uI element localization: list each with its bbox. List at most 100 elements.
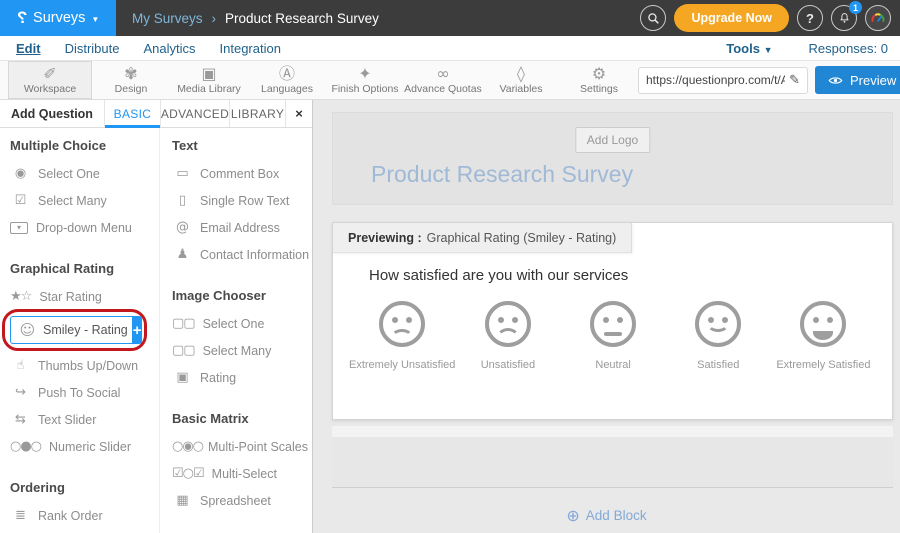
sidebar-item-push-to-social[interactable]: ↪Push To Social [10,385,155,400]
item-label-select-one: Select One [203,317,265,331]
help-button[interactable]: ? [797,5,823,31]
sidebar-item-select-many[interactable]: ▢▢Select Many [172,343,308,358]
sidebar-item-select-one[interactable]: ◉Select One [10,166,155,181]
sidebar-item-select-one[interactable]: ▢▢ Select One [172,316,308,331]
email-address-icon: @ [172,220,192,235]
sidebar-item-smiley-rating[interactable]: ☺Smiley - Rating [10,316,133,344]
toolbar-workspace[interactable]: ✐Workspace [8,61,92,99]
smiley-row: Extremely Unsatisfied Unsatisfied Neutral S… [349,301,876,371]
sidebar-item-rank-order[interactable]: ≣Rank Order [10,508,155,523]
sidebar-tab-advanced[interactable]: ADVANCED [161,100,230,127]
smiley-option-extremely-satisfied[interactable]: Extremely Satisfied [771,301,876,371]
sidebar-item-multi-point-scales[interactable]: ○◉○Multi-Point Scales [172,439,308,454]
item-label-contact-information: Contact Information [200,248,309,262]
smiley-option-satisfied[interactable]: Satisfied [666,301,771,371]
question-column-1: Multiple Choice◉Select One☑Select Many▾D… [0,128,160,533]
preview-button[interactable]: Preview [815,66,900,94]
tools-menu[interactable]: Tools ▼ [726,41,772,56]
smiley-label: Unsatisfied [481,359,535,371]
empty-block-card [332,426,893,488]
previewing-tab: Previewing : Graphical Rating (Smiley - … [333,223,632,253]
comment-box-icon: ▭ [172,166,192,181]
toolbar-media-library[interactable]: ▣Media Library [170,61,248,99]
toolbar-label-variables: Variables [500,83,543,95]
sidebar-item-multi-select[interactable]: ☑○☑Multi-Select [172,466,308,481]
item-label-drop-down-menu: Drop-down Menu [36,221,132,235]
smiley-option-extremely-unsatisfied[interactable]: Extremely Unsatisfied [349,301,455,371]
sidebar-item-text-slider[interactable]: ⇆Text Slider [10,412,155,427]
sidebar-item-contact-information[interactable]: ♟Contact Information [172,247,308,262]
sidebar-item-select-many[interactable]: ☑Select Many [10,193,155,208]
sidebar-item-single-row-text[interactable]: ▯Single Row Text [172,193,308,208]
toolbar: ✐Workspace✾Design▣Media LibraryⒶLanguage… [0,61,900,100]
edit-url-icon[interactable]: ✎ [789,73,800,88]
question-text[interactable]: How satisfied are you with our services [369,267,628,284]
smiley-label: Extremely Unsatisfied [349,359,455,371]
sidebar-item-star-rating[interactable]: ★☆Star Rating [10,289,155,304]
menu-tab-distribute[interactable]: Distribute [53,36,132,60]
smiley-option-unsatisfied[interactable]: Unsatisfied [455,301,560,371]
section-title-text: Text [172,138,308,153]
add-question-title: Add Question [0,100,105,127]
survey-url-input[interactable] [646,73,785,87]
section-image-chooser: Image Chooser ▢▢ Select One ▢▢Select Many ▣R… [172,288,308,385]
search-icon [647,12,660,25]
smiley-label: Satisfied [697,359,739,371]
sidebar-item-comment-box[interactable]: ▭Comment Box [172,166,308,181]
sidebar-item-thumbs-up-down[interactable]: ☝Thumbs Up/Down [10,358,155,373]
question-column-2: Text ▭Comment Box ▯Single Row Text @Email A… [160,128,312,533]
menubar: EditDistributeAnalyticsIntegration Tools… [0,36,900,61]
survey-title[interactable]: Product Research Survey [371,161,633,188]
breadcrumb-separator: › [212,11,217,26]
notifications-button[interactable]: 1 [831,5,857,31]
sidebar-item-spreadsheet[interactable]: ▦Spreadsheet [172,493,308,508]
toolbar-languages[interactable]: ⒶLanguages [248,61,326,99]
numeric-slider-icon: ○●○ [10,439,41,454]
toolbar-label-workspace: Workspace [24,83,76,95]
upgrade-now-button[interactable]: Upgrade Now [674,4,789,32]
toolbar-design[interactable]: ✾Design [92,61,170,99]
toolbar-variables[interactable]: ◊Variables [482,61,560,99]
smiley-option-neutral[interactable]: Neutral [561,301,666,371]
sidebar-item-drop-down-menu[interactable]: ▾Drop-down Menu [10,220,155,235]
menu-tab-edit[interactable]: Edit [4,36,53,60]
toolbar-label-media-library: Media Library [177,83,241,95]
item-label-push-to-social: Push To Social [38,386,120,400]
breadcrumb-my-surveys[interactable]: My Surveys [132,11,203,26]
search-button[interactable] [640,5,666,31]
smiley-eye [603,317,609,323]
multi-select-icon: ☑○☑ [172,466,204,481]
questionpro-logo-icon: ? [17,8,27,28]
menu-tab-analytics[interactable]: Analytics [131,36,207,60]
smiley-eye [512,317,518,323]
toolbar-settings[interactable]: ⚙Settings [560,61,638,99]
smiley-label: Neutral [595,359,630,371]
add-block-button[interactable]: ⊕ Add Block [313,506,900,525]
single-row-text-icon: ▯ [172,193,192,208]
chevron-down-icon: ▼ [764,45,773,55]
smiley-mouth [813,331,833,340]
smiley-face-icon [379,301,425,347]
add-smiley-rating-button[interactable]: + [133,316,142,344]
menu-tab-integration[interactable]: Integration [208,36,293,60]
toolbar-advance-quotas[interactable]: ∞Advance Quotas [404,61,482,99]
design-palette-icon: ✾ [124,65,137,82]
add-question-sidebar: Add Question BASICADVANCEDLIBRARY × Mult… [0,100,313,533]
sidebar-tab-basic[interactable]: BASIC [105,100,161,127]
sidebar-tab-library[interactable]: LIBRARY [230,100,286,127]
breadcrumb: My Surveys › Product Research Survey [132,11,379,26]
add-logo-button[interactable]: Add Logo [575,127,650,153]
close-panel-button[interactable]: × [286,100,312,127]
sidebar-item-rating[interactable]: ▣Rating [172,370,308,385]
questionpro-logo[interactable]: ? Surveys ▼ [0,0,116,36]
chevron-down-icon: ▼ [91,15,99,24]
sidebar-item-numeric-slider[interactable]: ○●○Numeric Slider [10,439,155,454]
image-select-one-icon: ▢▢ [172,316,195,331]
account-avatar[interactable] [865,5,891,31]
sidebar-item-email-address[interactable]: @Email Address [172,220,308,235]
top-navbar: ? Surveys ▼ My Surveys › Product Researc… [0,0,900,36]
toolbar-finish-options[interactable]: ✦Finish Options [326,61,404,99]
section-graphical-rating: Graphical Rating★☆Star Rating☺Smiley - R… [10,261,155,454]
section-title-image-chooser: Image Chooser [172,288,308,303]
highlighted-item-wrap: ☺Smiley - Rating+ [10,316,141,344]
